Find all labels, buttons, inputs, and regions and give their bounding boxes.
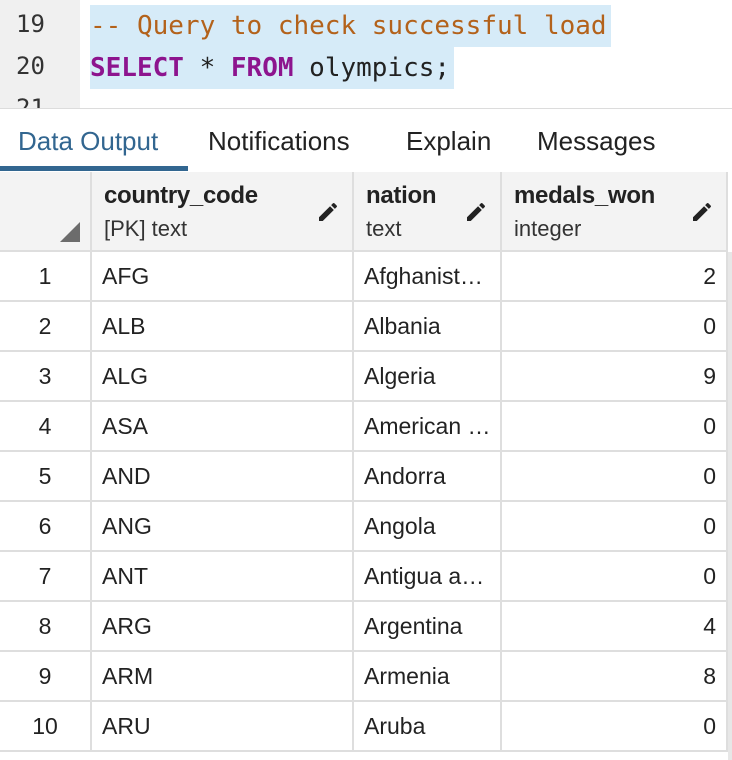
cell-country-code[interactable]: ARM	[92, 652, 354, 702]
cell-country-code[interactable]: ALB	[92, 302, 354, 352]
cell-country-code[interactable]: ANG	[92, 502, 354, 552]
vertical-scrollbar[interactable]	[728, 252, 732, 760]
cell-medals-won[interactable]: 0	[502, 402, 728, 452]
table-row[interactable]: 10 ARU Aruba 0	[0, 702, 732, 752]
pencil-icon[interactable]	[464, 200, 488, 224]
row-number[interactable]: 8	[0, 602, 92, 652]
active-tab-indicator	[0, 166, 188, 171]
line-number: 20	[16, 52, 45, 80]
corner-triangle-icon	[60, 222, 80, 242]
cell-medals-won[interactable]: 0	[502, 302, 728, 352]
table-row[interactable]: 6 ANG Angola 0	[0, 502, 732, 552]
row-number[interactable]: 2	[0, 302, 92, 352]
row-number[interactable]: 6	[0, 502, 92, 552]
column-type: text	[366, 216, 402, 241]
tab-messages[interactable]: Messages	[537, 109, 656, 173]
table-row[interactable]: 5 AND Andorra 0	[0, 452, 732, 502]
line-number: 21	[16, 94, 45, 108]
pencil-icon[interactable]	[316, 200, 340, 224]
cell-country-code[interactable]: ARG	[92, 602, 354, 652]
table-row[interactable]: 8 ARG Argentina 4	[0, 602, 732, 652]
cell-medals-won[interactable]: 0	[502, 702, 728, 752]
sql-table-name: olympics;	[293, 53, 451, 83]
sql-keyword-select: SELECT	[90, 53, 184, 83]
table-row[interactable]: 2 ALB Albania 0	[0, 302, 732, 352]
cell-medals-won[interactable]: 0	[502, 452, 728, 502]
cell-nation[interactable]: Antigua a…	[354, 552, 502, 602]
table-row[interactable]: 9 ARM Armenia 8	[0, 652, 732, 702]
cell-medals-won[interactable]: 4	[502, 602, 728, 652]
code-line-comment[interactable]: -- Query to check successful load	[90, 5, 611, 47]
pencil-icon[interactable]	[690, 200, 714, 224]
cell-medals-won[interactable]: 9	[502, 352, 728, 402]
column-name: country_code	[104, 182, 258, 209]
select-all-corner[interactable]	[0, 172, 92, 252]
cell-nation[interactable]: Algeria	[354, 352, 502, 402]
table-row[interactable]: 4 ASA American … 0	[0, 402, 732, 452]
column-type: integer	[514, 216, 582, 241]
tab-notifications[interactable]: Notifications	[208, 109, 350, 173]
cell-medals-won[interactable]: 2	[502, 252, 728, 302]
cell-medals-won[interactable]: 0	[502, 502, 728, 552]
cell-nation[interactable]: Angola	[354, 502, 502, 552]
column-name: medals_won	[514, 182, 656, 209]
cell-nation[interactable]: Armenia	[354, 652, 502, 702]
table-row[interactable]: 3 ALG Algeria 9	[0, 352, 732, 402]
column-name: nation	[366, 182, 437, 209]
row-number[interactable]: 1	[0, 252, 92, 302]
cell-country-code[interactable]: ALG	[92, 352, 354, 402]
column-type: [PK] text	[104, 216, 188, 241]
row-number[interactable]: 3	[0, 352, 92, 402]
row-number[interactable]: 7	[0, 552, 92, 602]
results-tab-bar: Data Output Notifications Explain Messag…	[0, 108, 732, 172]
cell-country-code[interactable]: ANT	[92, 552, 354, 602]
column-header-country-code[interactable]: country_code [PK] text	[92, 172, 354, 252]
cell-nation[interactable]: Andorra	[354, 452, 502, 502]
row-number[interactable]: 10	[0, 702, 92, 752]
cell-nation[interactable]: Albania	[354, 302, 502, 352]
cell-nation[interactable]: American …	[354, 402, 502, 452]
table-row[interactable]: 7 ANT Antigua a… 0	[0, 552, 732, 602]
tab-explain[interactable]: Explain	[406, 109, 491, 173]
cell-country-code[interactable]: ARU	[92, 702, 354, 752]
sql-editor[interactable]: 19 20 21 -- Query to check successful lo…	[0, 0, 732, 108]
line-number-gutter: 19 20 21	[0, 0, 80, 108]
sql-text: *	[183, 53, 231, 83]
sql-comment: -- Query to check successful load	[90, 11, 607, 41]
cell-country-code[interactable]: AFG	[92, 252, 354, 302]
cell-medals-won[interactable]: 8	[502, 652, 728, 702]
cell-nation[interactable]: Afghanist…	[354, 252, 502, 302]
sql-keyword-from: FROM	[230, 53, 294, 83]
results-grid: country_code [PK] text nation text medal…	[0, 172, 732, 760]
tab-data-output[interactable]: Data Output	[18, 109, 158, 173]
row-number[interactable]: 9	[0, 652, 92, 702]
cell-medals-won[interactable]: 0	[502, 552, 728, 602]
row-number[interactable]: 5	[0, 452, 92, 502]
line-number: 19	[16, 10, 45, 38]
code-line-select[interactable]: SELECT * FROM olympics;	[90, 47, 455, 89]
cell-country-code[interactable]: AND	[92, 452, 354, 502]
table-row[interactable]: 1 AFG Afghanist… 2	[0, 252, 732, 302]
column-header-medals-won[interactable]: medals_won integer	[502, 172, 728, 252]
column-header-nation[interactable]: nation text	[354, 172, 502, 252]
cell-nation[interactable]: Aruba	[354, 702, 502, 752]
row-number[interactable]: 4	[0, 402, 92, 452]
cell-country-code[interactable]: ASA	[92, 402, 354, 452]
cell-nation[interactable]: Argentina	[354, 602, 502, 652]
